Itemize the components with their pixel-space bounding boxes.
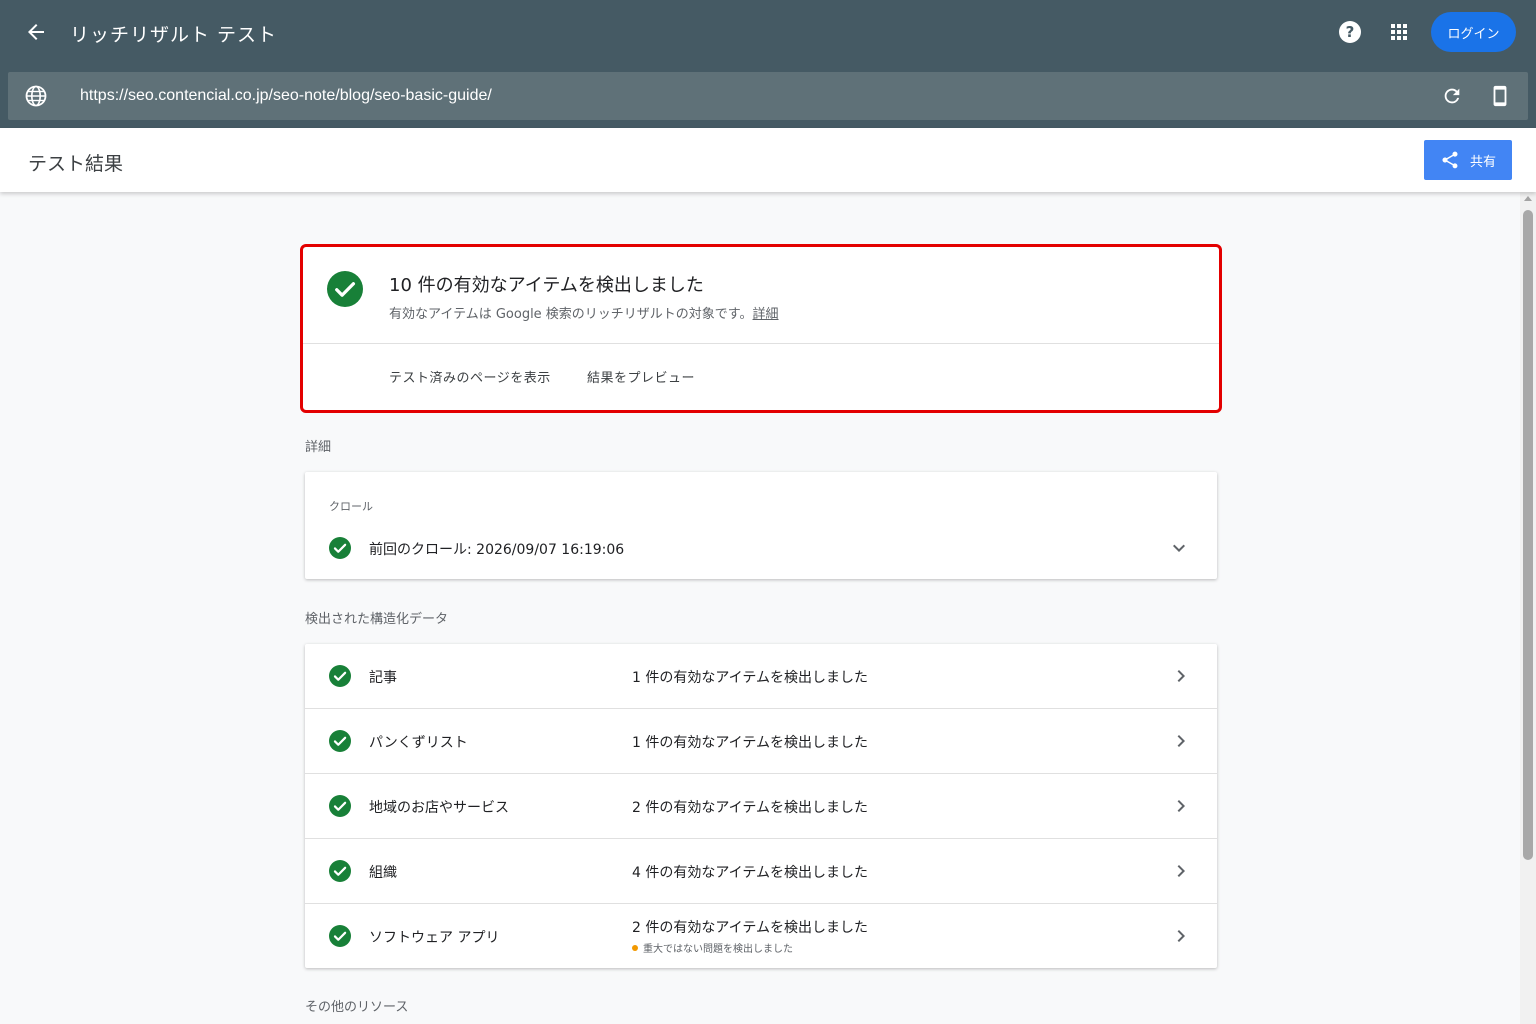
list-item[interactable]: 組織 4 件の有効なアイテムを検出しました	[305, 839, 1217, 904]
chevron-right-icon	[1169, 924, 1193, 948]
warning-dot-icon	[632, 944, 638, 951]
chevron-right-icon	[1169, 859, 1193, 883]
last-crawl-text: 前回のクロール: 2026/09/07 16:19:06	[369, 542, 625, 558]
url-input[interactable]	[80, 84, 1380, 108]
device-toggle-button[interactable]	[1486, 82, 1514, 110]
page-scrollbar[interactable]	[1520, 192, 1536, 1024]
help-button[interactable]: ?	[1332, 14, 1368, 50]
share-icon	[1442, 151, 1458, 169]
share-button[interactable]: 共有	[1424, 140, 1512, 180]
list-item[interactable]: パンくずリスト 1 件の有効なアイテムを検出しました	[305, 709, 1217, 774]
structured-data-list: 記事 1 件の有効なアイテムを検出しました パンくずリスト 1 件の有効なアイテ…	[305, 644, 1217, 968]
arrow-back-icon	[28, 24, 44, 40]
summary-subtitle: 有効なアイテムは Google 検索のリッチリザルトの対象です。詳細	[389, 303, 779, 322]
item-name: ソフトウェア アプリ	[369, 930, 500, 946]
check-circle-icon	[327, 271, 363, 307]
item-status: 1 件の有効なアイテムを検出しました	[632, 670, 868, 686]
summary-subtitle-text: 有効なアイテムは Google 検索のリッチリザルトの対象です。	[389, 307, 753, 322]
list-item[interactable]: ソフトウェア アプリ 2 件の有効なアイテムを検出しました 重大ではない問題を検…	[305, 904, 1217, 968]
item-status: 2 件の有効なアイテムを検出しました	[632, 800, 868, 816]
apps-grid-icon	[1391, 24, 1407, 40]
check-circle-icon	[329, 665, 351, 687]
preview-results-button[interactable]: 結果をプレビュー	[587, 367, 695, 386]
item-warning: 重大ではない問題を検出しました	[632, 940, 793, 955]
item-status: 4 件の有効なアイテムを検出しました	[632, 865, 868, 881]
url-bar	[8, 72, 1528, 120]
reload-icon	[1444, 88, 1460, 104]
structured-data-section-label: 検出された構造化データ	[305, 612, 449, 627]
check-circle-icon	[329, 860, 351, 882]
app-bar: リッチリザルト テスト ? ログイン	[0, 0, 1536, 128]
page-title: テスト結果	[28, 153, 124, 175]
share-label: 共有	[1469, 154, 1496, 170]
check-circle-icon	[329, 925, 351, 947]
item-status: 1 件の有効なアイテムを検出しました	[632, 735, 868, 751]
crawl-label: クロール	[329, 500, 373, 513]
item-name: 記事	[369, 670, 397, 686]
other-resources-section-label: その他のリソース	[305, 1000, 409, 1015]
item-name: パンくずリスト	[369, 735, 468, 751]
details-link[interactable]: 詳細	[753, 307, 779, 322]
reload-button[interactable]	[1438, 82, 1466, 110]
app-title: リッチリザルト テスト	[70, 24, 278, 46]
check-circle-icon	[329, 537, 351, 559]
summary-title: 10 件の有効なアイテムを検出しました	[389, 275, 704, 296]
summary-card: 10 件の有効なアイテムを検出しました 有効なアイテムは Google 検索のリ…	[300, 244, 1222, 413]
check-circle-icon	[329, 795, 351, 817]
item-name: 地域のお店やサービス	[369, 800, 509, 816]
check-circle-icon	[329, 730, 351, 752]
chevron-right-icon	[1169, 664, 1193, 688]
apps-button[interactable]	[1381, 14, 1417, 50]
chevron-down-icon	[1173, 544, 1185, 552]
details-section-label: 詳細	[305, 440, 332, 455]
list-item[interactable]: 地域のお店やサービス 2 件の有効なアイテムを検出しました	[305, 774, 1217, 839]
back-button[interactable]	[18, 14, 54, 50]
results-header: テスト結果 共有	[0, 128, 1536, 192]
scroll-up-arrow-icon[interactable]	[1524, 196, 1532, 201]
smartphone-icon	[1493, 85, 1507, 107]
help-icon: ?	[1339, 21, 1361, 43]
svg-text:?: ?	[1346, 23, 1355, 41]
crawl-card[interactable]: クロール 前回のクロール: 2026/09/07 16:19:06	[305, 472, 1217, 579]
app-bar-top-row: リッチリザルト テスト ? ログイン	[0, 0, 1536, 64]
expand-button[interactable]	[1167, 536, 1191, 560]
view-tested-page-button[interactable]: テスト済みのページを表示	[389, 367, 551, 386]
item-status: 2 件の有効なアイテムを検出しました	[632, 920, 868, 936]
item-warning-text: 重大ではない問題を検出しました	[643, 944, 793, 955]
scroll-thumb[interactable]	[1523, 210, 1533, 860]
login-button[interactable]: ログイン	[1431, 12, 1516, 52]
divider	[303, 343, 1219, 344]
globe-icon	[25, 85, 47, 107]
chevron-right-icon	[1169, 794, 1193, 818]
item-name: 組織	[369, 865, 397, 881]
chevron-right-icon	[1169, 729, 1193, 753]
list-item[interactable]: 記事 1 件の有効なアイテムを検出しました	[305, 644, 1217, 709]
